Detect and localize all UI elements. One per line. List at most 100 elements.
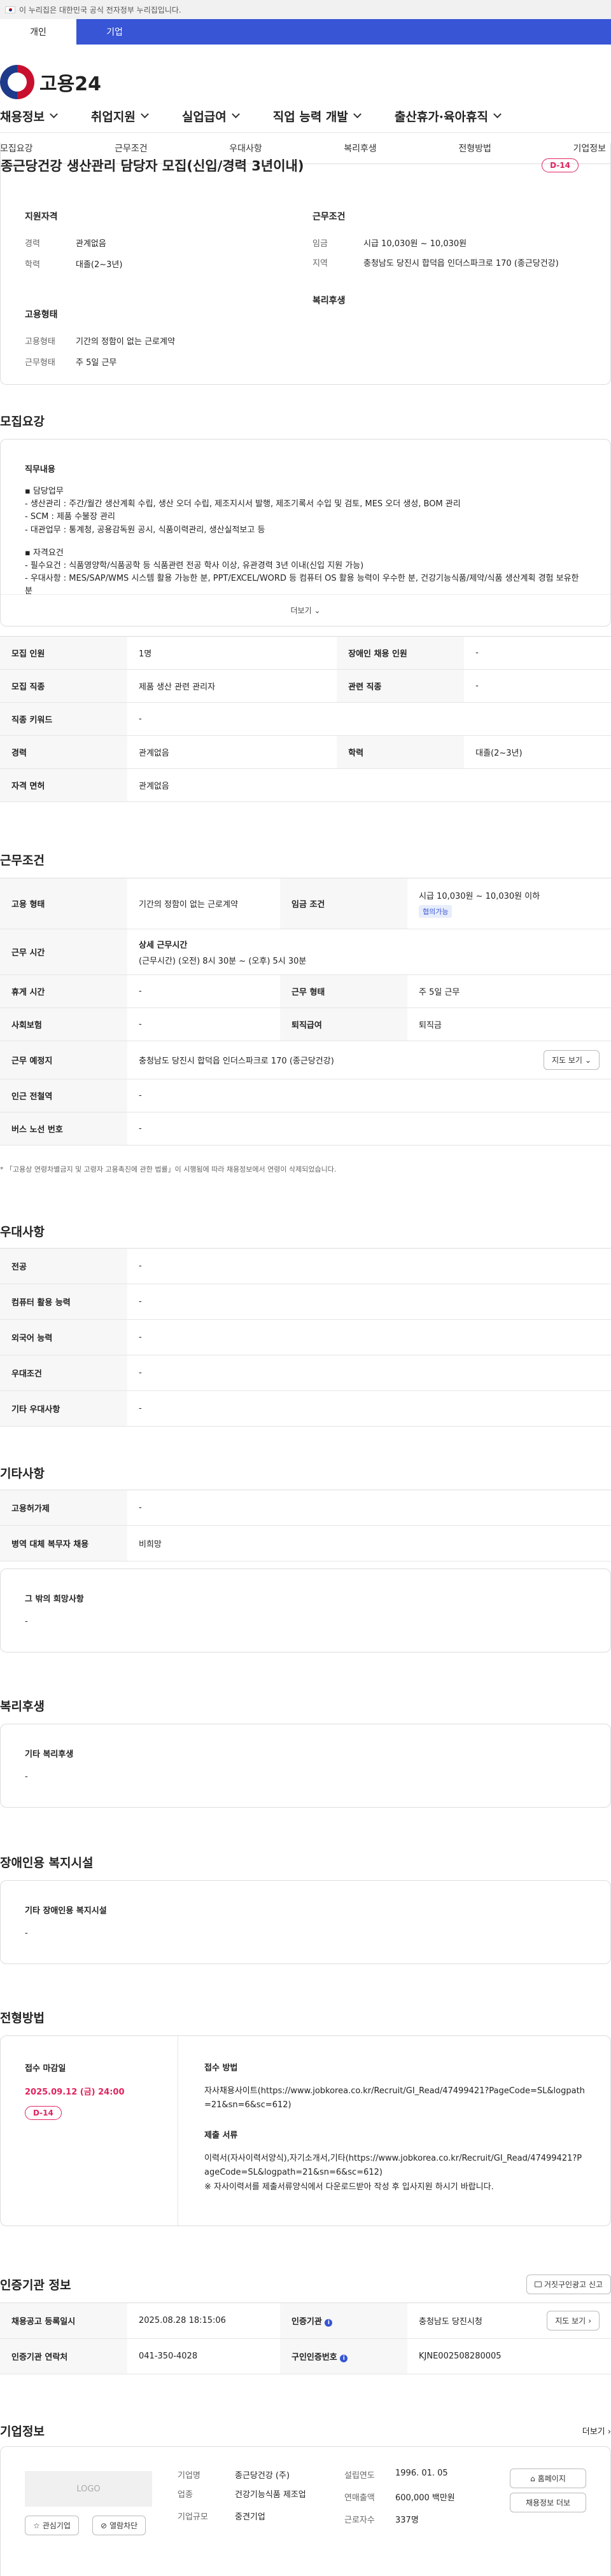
table-header-cell: 퇴직급여: [280, 1008, 407, 1041]
table-header-cell: 근무 형태: [280, 974, 407, 1008]
table-header-cell: 근무 시간: [0, 929, 127, 975]
desc-line: - SCM : 제품 수불장 관리: [25, 512, 115, 522]
company-logo: LOGO: [25, 2471, 152, 2507]
table-cell: -: [127, 1248, 611, 1284]
process-heading: 전형방법: [0, 2011, 45, 2025]
table-header-cell: 인증기관 i: [280, 2302, 407, 2339]
block-view-button[interactable]: ⊘ 열람차단: [92, 2516, 146, 2535]
gov-banner-text: 이 누리집은 대한민국 공식 전자정부 누리집입니다.: [19, 5, 181, 15]
favorite-company-button[interactable]: ☆ 관심기업: [25, 2516, 79, 2535]
info-icon[interactable]: i: [325, 2319, 333, 2327]
table-cell: 비희망: [127, 1525, 611, 1562]
table-cell: -: [127, 1079, 611, 1112]
chevron-down-icon: [50, 110, 58, 118]
desc-heading: 직무내용: [25, 465, 55, 474]
table-cell: 관계없음: [127, 735, 337, 769]
value: 관계없음: [76, 239, 106, 249]
table-header-cell: 경력: [0, 735, 127, 769]
apply-docs: 이력서(자사이력서양식),자기소개서,기타(https://www.jobkor…: [204, 2154, 582, 2178]
table-cell: 대졸(2~3년): [464, 735, 611, 769]
chevron-down-icon: [140, 110, 149, 118]
cert-table: 채용공고 등록일시 2025.08.28 18:15:06 인증기관 i 충청남도…: [0, 2302, 611, 2374]
company-box: LOGO ☆ 관심기업 ⊘ 열람차단 기업명 종근당건강 (주) 업종 건강기능식품 제…: [0, 2446, 611, 2576]
label: 근무형태: [25, 358, 55, 368]
cond-heading: 근무조건: [313, 212, 346, 222]
label: 고용형태: [25, 337, 55, 347]
table-header-cell: 인근 전철역: [0, 1079, 127, 1112]
etc-heading: 기타사항: [0, 1467, 45, 1481]
nav-jobs[interactable]: 채용정보: [0, 107, 58, 125]
tab-company[interactable]: 기업: [76, 19, 153, 45]
welfare-box: 기타 복리후생 -: [0, 1724, 611, 1808]
home-icon: ⌂: [530, 2474, 535, 2483]
value: 충청남도 당진시 합덕읍 인더스파크로 170 (종근당건강): [363, 259, 559, 268]
table-cell: 상세 근무시간 (근무시간) (오전) 8시 30분 ~ (오후) 5시 30분: [127, 929, 611, 975]
cert-heading: 인증기관 정보: [0, 2278, 71, 2292]
table-cell: -: [127, 1319, 611, 1355]
company-jobs-button[interactable]: 채용정보 더보: [510, 2493, 586, 2512]
table-header-cell: 채용공고 등록일시: [0, 2302, 127, 2339]
wage-value: 시급 10,030원 ~ 10,030원 이하: [419, 892, 540, 901]
disabled-box: 기타 장애인용 복지시설 -: [0, 1880, 611, 1964]
process-box: 접수 마감일 2025.09.12 (금) 24:00 D-14 접수 방법 자…: [0, 2035, 611, 2226]
table-cell: -: [127, 974, 280, 1008]
table-header-cell: 관련 직종: [337, 669, 465, 703]
info-icon[interactable]: i: [340, 2355, 348, 2362]
table-header-cell: 모집 직종: [0, 669, 127, 703]
cert-map-button[interactable]: 지도 보기 ›: [547, 2311, 600, 2330]
table-cell: -: [464, 669, 611, 703]
recruit-heading: 모집요강: [0, 415, 45, 429]
homepage-button[interactable]: ⌂ 홈페이지: [510, 2469, 586, 2488]
nav-parental-leave[interactable]: 출산휴가·육아휴직: [395, 107, 502, 125]
table-cell: 충청남도 당진시 합덕읍 인더스파크로 170 (종근당건강) 지도 보기 ⌄: [127, 1041, 611, 1079]
site-logo[interactable]: 고용24: [0, 45, 611, 102]
nav-vocational-training[interactable]: 직업 능력 개발: [273, 107, 362, 125]
table-header-cell: 고용 형태: [0, 878, 127, 929]
nav-unemployment-benefit[interactable]: 실업급여: [182, 107, 240, 125]
table-cell: 041-350-4028: [127, 2338, 280, 2374]
work-location: 충청남도 당진시 합덕읍 인더스파크로 170 (종근당건강): [139, 1056, 334, 1066]
table-header-cell: 사회보험: [0, 1008, 127, 1041]
logo-text: 고용24: [39, 73, 101, 95]
company-more-link[interactable]: 더보기 ›: [582, 2425, 611, 2437]
nav-employment-support[interactable]: 취업지원: [91, 107, 149, 125]
dday-badge: D-14: [542, 158, 579, 172]
chevron-down-icon: [493, 110, 502, 118]
apply-docs-note: ※ 자사이력서를 제출서류양식에서 다운로드받아 작성 후 입사지원 하시기 바…: [204, 2182, 494, 2192]
korea-flag-icon: [5, 6, 15, 13]
pref-table: 전공 - 컴퓨터 활용 능력 - 외국어 능력 - 우대조건 - 기타 우대사항 -: [0, 1248, 611, 1427]
table-cell: -: [127, 702, 611, 736]
chevron-down-icon: [353, 110, 362, 118]
table-header-cell: 컴퓨터 활용 능력: [0, 1284, 127, 1320]
tab-personal[interactable]: 개인: [0, 19, 76, 45]
etc-table: 고용허가제 - 병역 대체 복무자 채용 비희망: [0, 1490, 611, 1562]
more-button[interactable]: 더보기 ⌄: [291, 605, 321, 616]
emp-heading: 고용형태: [25, 310, 58, 320]
report-icon: [534, 2282, 542, 2287]
value: 기간의 정함이 없는 근로계약: [76, 337, 175, 347]
report-fake-ad-button[interactable]: 거짓구인광고 신고: [526, 2275, 611, 2294]
recruit-table: 모집 인원 1명 장애인 채용 인원 - 모집 직종 제품 생산 관련 관리자 관련 직종…: [0, 636, 611, 802]
apply-method: 자사채용사이트(https://www.jobkorea.co.kr/Recru…: [204, 2086, 585, 2110]
table-cell: -: [127, 1284, 611, 1320]
table-header-cell: 인증기관 연락처: [0, 2338, 127, 2374]
map-view-button[interactable]: 지도 보기 ⌄: [543, 1050, 600, 1070]
table-cell: 주 5일 근무: [407, 974, 611, 1008]
user-tabs: 개인 기업: [0, 19, 611, 45]
value: 시급 10,030원 ~ 10,030원: [363, 239, 467, 249]
table-header-cell: 임금 조건: [280, 878, 407, 929]
welfare-heading: 복리후생: [313, 295, 346, 306]
table-cell: 1명: [127, 636, 337, 670]
table-header-cell: 휴게 시간: [0, 974, 127, 1008]
table-cell: 시급 10,030원 ~ 10,030원 이하 협의가능: [407, 878, 611, 929]
table-header-cell: 직종 키워드: [0, 702, 127, 736]
label: 학력: [25, 260, 40, 270]
table-cell: 2025.08.28 18:15:06: [127, 2302, 280, 2339]
table-cell: 충청남도 당진시청 지도 보기 ›: [407, 2302, 611, 2339]
job-description-box: 직무내용 ▪ 담당업무 - 생산관리 : 주간/월간 생산계획 수립, 생산 오…: [0, 439, 611, 627]
age-law-note: * 「고용상 연령차별금지 및 고령자 고용촉진에 관한 법률」이 시행됨에 따…: [0, 1165, 337, 1174]
table-header-cell: 모집 인원: [0, 636, 127, 670]
work-heading: 근무조건: [0, 854, 45, 868]
desc-line: ▪ 담당업무: [25, 487, 64, 497]
table-header-cell: 외국어 능력: [0, 1319, 127, 1355]
